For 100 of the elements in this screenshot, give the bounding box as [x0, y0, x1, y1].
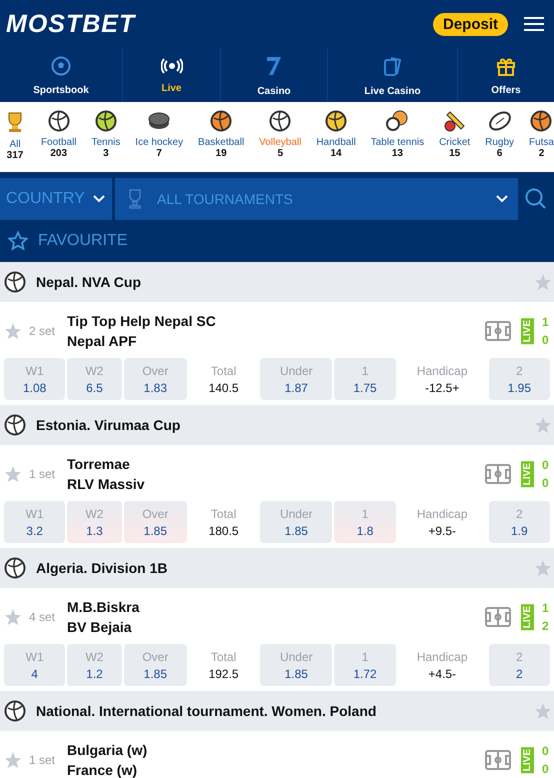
odds-button[interactable]: Under 1.85	[260, 501, 332, 543]
sport-tab[interactable]: Table tennis	[370, 137, 424, 148]
playing-cards-icon	[382, 55, 402, 77]
futsal-ball-icon	[530, 110, 552, 132]
team-name: RLV Massiv	[67, 476, 146, 492]
sport-tab[interactable]: Tennis	[91, 137, 120, 148]
league-name: Nepal. NVA Cup	[36, 274, 142, 290]
favourite-star-icon	[4, 608, 22, 626]
nav-tab[interactable]: Live Casino	[327, 48, 457, 102]
nav-tab[interactable]: Offers	[457, 48, 554, 102]
field-icon	[485, 607, 511, 627]
volleyball-icon	[4, 557, 26, 579]
nav-tab[interactable]: Casino	[220, 48, 327, 102]
sport-tab[interactable]: Ice hockey	[135, 137, 184, 148]
odds-button[interactable]: Over 1.85	[124, 644, 187, 686]
odds-button[interactable]: W2 6.5	[67, 358, 122, 400]
favourite-star-icon	[4, 465, 22, 483]
team-name: Bulgaria (w)	[67, 742, 148, 758]
odds-button[interactable]: 1 1.75	[334, 358, 396, 400]
event-count: 6	[496, 148, 502, 159]
event-count: 317	[6, 150, 24, 161]
sport-tab[interactable]: Futsa	[528, 137, 554, 148]
event-count: 3	[103, 148, 109, 159]
favourite-label[interactable]: FAVOURITE	[38, 232, 128, 250]
sport-tab[interactable]: Cricket	[439, 137, 470, 148]
odds-button[interactable]: 2 1.95	[488, 358, 550, 400]
odds-button[interactable]: Over 1.83	[124, 358, 187, 400]
team-name: Tip Top Help Nepal SC	[67, 313, 217, 329]
basketball-icon	[210, 110, 232, 132]
hockey-puck-icon	[148, 110, 170, 132]
score: 0	[542, 333, 550, 347]
event-count: 2	[538, 148, 544, 159]
logo[interactable]: MOSTBET	[6, 10, 136, 38]
team-name: M.B.Biskra	[67, 599, 140, 615]
odds-button[interactable]: 1 1.8	[334, 501, 396, 543]
favourite-star-icon	[534, 416, 552, 434]
score: 2	[542, 619, 550, 633]
live-badge: LIVE	[521, 318, 534, 344]
soccer-ball-icon	[51, 56, 71, 76]
score: 0	[542, 476, 550, 490]
chevron-down-icon	[496, 195, 508, 203]
score: 0	[542, 458, 550, 472]
odds-button[interactable]: Under 1.85	[260, 644, 332, 686]
tennis-ball-icon	[94, 110, 117, 132]
handball-icon	[325, 110, 348, 132]
volleyball-icon	[269, 110, 292, 132]
league-name: National. International tournament. Women. Poland	[36, 703, 378, 719]
event-count: 14	[330, 148, 342, 159]
odds-button[interactable]: W2 1.2	[67, 644, 122, 686]
deposit-button[interactable]: Deposit	[432, 12, 508, 36]
team-name: Nepal APF	[67, 333, 138, 349]
event-count: 203	[50, 148, 68, 159]
event-count: 5	[277, 148, 284, 159]
odds-button[interactable]: W1 3.2	[4, 501, 66, 543]
score: 1	[542, 315, 550, 329]
sport-tab[interactable]: Basketball	[198, 137, 244, 148]
volleyball-icon	[4, 414, 26, 436]
favourite-star-icon	[534, 702, 552, 720]
volleyball-icon	[4, 271, 26, 293]
league-name: Algeria. Division 1B	[36, 560, 168, 576]
favourite-star-icon	[534, 273, 552, 291]
favourite-star-icon	[534, 559, 552, 577]
odds-button[interactable]: Over 1.85	[124, 501, 187, 543]
sport-tab[interactable]: Football	[40, 137, 77, 148]
league-name: Estonia. Virumaa Cup	[36, 417, 182, 433]
chevron-down-icon	[92, 195, 105, 203]
live-badge: LIVE	[521, 460, 534, 488]
sport-tab[interactable]: Handball	[316, 137, 356, 148]
odds-button[interactable]: 2 2	[488, 644, 550, 686]
odds-button[interactable]: 1 1.72	[334, 644, 396, 686]
sport-tab[interactable]: All	[9, 139, 21, 150]
field-icon	[485, 750, 511, 770]
event-count: 13	[392, 148, 403, 159]
odds-button[interactable]: Under 1.87	[260, 358, 332, 400]
soccer-ball-icon	[48, 110, 70, 132]
odds-button[interactable]: W1 4	[4, 644, 66, 686]
odds-button[interactable]: W2 1.3	[67, 501, 122, 543]
score: 0	[542, 762, 550, 776]
favourite-star-icon	[4, 322, 22, 340]
match-period: 2 set	[29, 324, 56, 338]
cricket-bat-icon	[444, 110, 466, 132]
menu-icon[interactable]	[524, 16, 544, 32]
sport-tab[interactable]: Rugby	[485, 137, 514, 148]
field-icon	[485, 464, 511, 484]
ping-pong-icon	[385, 110, 410, 132]
star-outline-icon	[8, 231, 28, 251]
gift-icon	[496, 56, 516, 76]
live-badge: LIVE	[521, 746, 534, 774]
match-period: 1 set	[29, 467, 56, 481]
live-badge: LIVE	[521, 604, 534, 630]
team-name: Torremae	[67, 456, 131, 472]
seven-icon	[265, 55, 283, 77]
odds-button[interactable]: 2 1.9	[488, 501, 550, 543]
nav-tab[interactable]: Sportsbook	[0, 48, 122, 102]
search-icon[interactable]	[525, 188, 547, 210]
nav-tab[interactable]: Live	[122, 48, 220, 102]
broadcast-icon	[160, 58, 182, 74]
volleyball-icon	[4, 700, 26, 722]
match-period: 4 set	[29, 610, 56, 624]
odds-button[interactable]: W1 1.08	[4, 358, 66, 400]
